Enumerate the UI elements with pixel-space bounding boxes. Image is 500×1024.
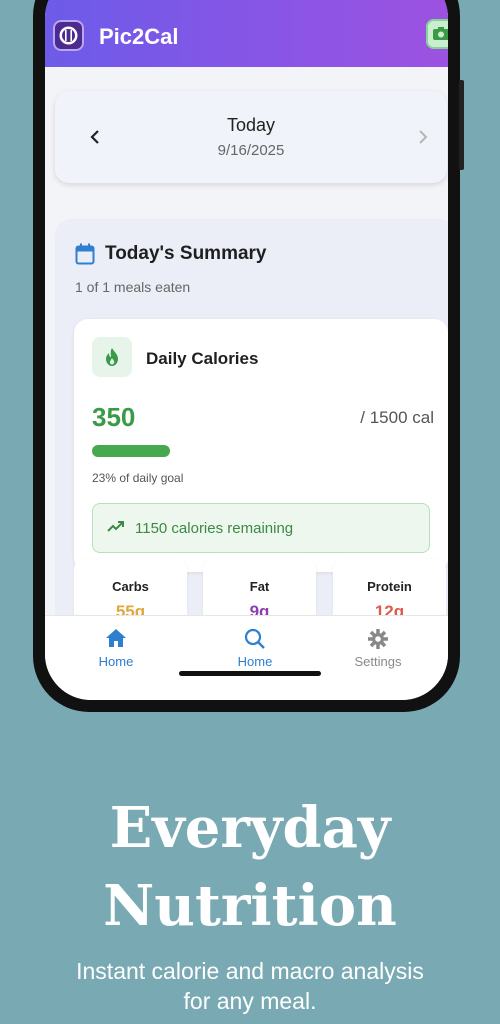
promo-headline-line-1: Everyday [109, 795, 391, 861]
phone-side-button [459, 80, 464, 170]
nav-label: Settings [354, 654, 402, 669]
next-day-button[interactable] [417, 127, 429, 150]
calories-progress-bar [92, 445, 430, 457]
summary-card: Today's Summary 1 of 1 meals eaten Daily… [55, 219, 448, 679]
gear-icon [368, 629, 388, 649]
macro-label: Fat [249, 579, 270, 594]
calories-title: Daily Calories [146, 349, 259, 368]
trending-up-icon [107, 521, 124, 532]
home-indicator [179, 671, 321, 676]
search-icon [244, 628, 265, 649]
macro-label: Carbs [112, 579, 149, 594]
flame-icon [92, 337, 132, 377]
calories-remaining-box: 1150 calories remaining [92, 503, 430, 553]
calories-goal: / 1500 cal [360, 408, 434, 427]
nav-label: Home [237, 654, 273, 669]
macro-label: Protein [367, 579, 412, 594]
phone-screen: Pic2Cal Today 9/16/2025 Today's Summary … [45, 0, 448, 700]
promo-headline-line-2: Nutrition [103, 873, 397, 939]
calories-percent: 23% of daily goal [92, 471, 184, 485]
promo-tagline: Instant calorie and macro analysis for a… [0, 956, 500, 1016]
chevron-right-icon [419, 130, 428, 144]
nav-label: Home [98, 654, 134, 669]
calories-progress-fill [92, 445, 170, 457]
date-title: Today [226, 115, 276, 135]
camera-button[interactable] [426, 19, 448, 49]
nav-item-settings[interactable]: Settings [318, 628, 438, 669]
home-icon [106, 629, 126, 647]
promo-tagline-line-2: for any meal. [183, 988, 317, 1014]
nav-item-search[interactable]: Home [195, 628, 315, 669]
bottom-navigation: Home Home Settings [45, 615, 448, 700]
calories-value: 350 [92, 402, 136, 432]
app-logo-icon [53, 20, 84, 51]
app-bar: Pic2Cal [45, 0, 448, 67]
calendar-icon [75, 243, 95, 270]
date-selector-card: Today 9/16/2025 [55, 91, 447, 183]
summary-title: Today's Summary [105, 243, 267, 264]
phone-frame: Pic2Cal Today 9/16/2025 Today's Summary … [33, 0, 464, 712]
app-title: Pic2Cal [99, 24, 179, 49]
nav-item-home[interactable]: Home [56, 628, 176, 669]
daily-calories-card: Daily Calories 350 / 1500 cal 23% of dai… [74, 319, 448, 572]
calories-remaining-text: 1150 calories remaining [135, 520, 294, 537]
date-value: 9/16/2025 [217, 142, 285, 159]
meals-count: 1 of 1 meals eaten [75, 279, 191, 295]
promo-tagline-line-1: Instant calorie and macro analysis [76, 958, 424, 984]
camera-icon [433, 27, 448, 40]
